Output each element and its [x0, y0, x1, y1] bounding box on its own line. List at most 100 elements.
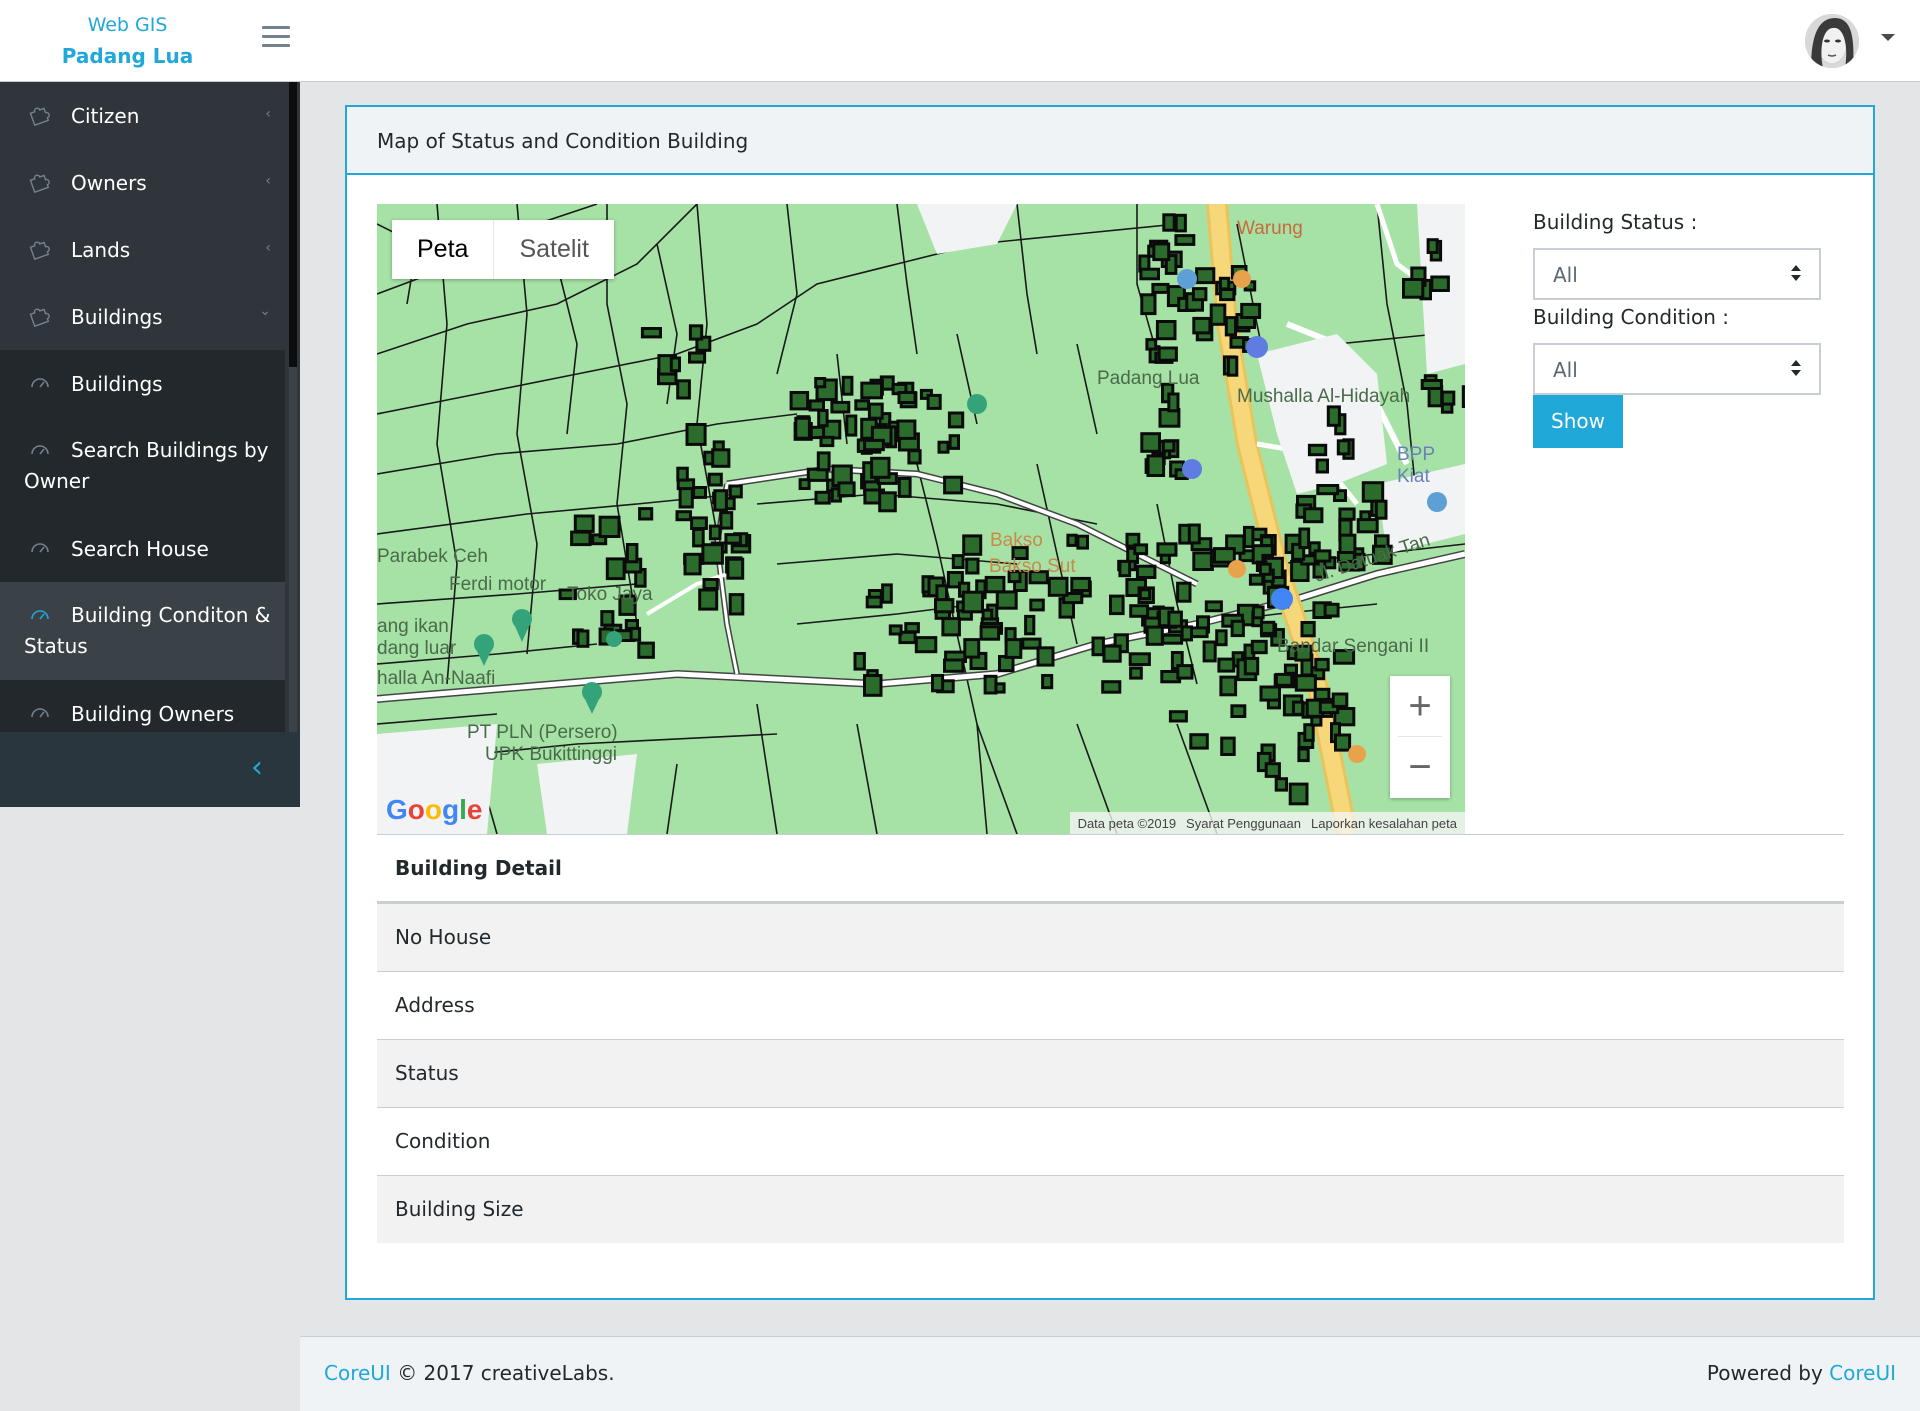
zoom-out-button[interactable]: − [1390, 737, 1450, 797]
building-footprint[interactable] [1259, 685, 1281, 702]
building-footprint[interactable] [1029, 598, 1045, 612]
building-footprint[interactable] [881, 583, 893, 604]
building-footprint[interactable] [1024, 614, 1036, 636]
building-footprint[interactable] [1274, 777, 1289, 792]
building-footprint[interactable] [1176, 581, 1192, 603]
building-footprint[interactable] [1129, 666, 1143, 680]
building-footprint[interactable] [1168, 710, 1188, 723]
building-footprint[interactable] [685, 423, 707, 446]
building-footprint[interactable] [702, 578, 719, 590]
building-footprint[interactable] [808, 399, 826, 412]
building-footprint[interactable] [837, 481, 856, 498]
building-footprint[interactable] [1167, 392, 1180, 413]
building-footprint[interactable] [1145, 625, 1164, 646]
building-footprint[interactable] [1161, 439, 1176, 453]
building-footprint[interactable] [1139, 267, 1161, 281]
building-footprint[interactable] [573, 514, 595, 533]
building-footprint[interactable] [948, 434, 960, 450]
building-footprint[interactable] [719, 511, 734, 530]
building-footprint[interactable] [1174, 234, 1196, 246]
building-footprint[interactable] [1219, 288, 1236, 302]
building-footprint[interactable] [914, 636, 938, 654]
building-footprint[interactable] [951, 554, 965, 570]
terms-link[interactable]: Syarat Penggunaan [1186, 816, 1301, 831]
map-type-peta-button[interactable]: Peta [392, 220, 493, 279]
building-footprint[interactable] [1146, 454, 1166, 477]
building-footprint[interactable] [678, 485, 694, 509]
building-footprint[interactable] [853, 652, 866, 671]
building-footprint[interactable] [640, 327, 662, 339]
building-footprint[interactable] [934, 598, 955, 614]
building-footprint[interactable] [1274, 672, 1294, 687]
building-footprint[interactable] [979, 625, 1001, 641]
building-footprint[interactable] [1300, 621, 1316, 638]
building-footprint[interactable] [1204, 600, 1223, 613]
building-footprint[interactable] [676, 379, 691, 400]
building-footprint[interactable] [1291, 700, 1305, 716]
building-footprint[interactable] [1133, 543, 1149, 556]
sidebar-item-owners[interactable]: Owners ‹ [0, 149, 285, 216]
building-footprint[interactable] [1250, 639, 1268, 655]
coreui-link[interactable]: CoreUI [1829, 1361, 1896, 1385]
building-footprint[interactable] [897, 391, 917, 404]
building-footprint[interactable] [1251, 605, 1265, 620]
building-footprint[interactable] [637, 641, 655, 659]
building-footprint[interactable] [1202, 640, 1217, 663]
building-footprint[interactable] [1326, 405, 1341, 427]
building-footprint[interactable] [1174, 213, 1187, 233]
building-footprint[interactable] [983, 674, 998, 695]
building-footprint[interactable] [1230, 619, 1245, 638]
google-logo[interactable]: Google [386, 794, 482, 826]
building-footprint[interactable] [1298, 527, 1311, 550]
building-footprint[interactable] [675, 510, 692, 522]
building-footprint[interactable] [713, 489, 728, 512]
building-footprint[interactable] [708, 524, 722, 541]
building-footprint[interactable] [1420, 379, 1443, 390]
report-error-link[interactable]: Laporkan kesalahan peta [1311, 816, 1457, 831]
building-footprint[interactable] [711, 448, 731, 468]
building-footprint[interactable] [1180, 625, 1193, 642]
building-footprint[interactable] [1209, 303, 1227, 326]
building-footprint[interactable] [937, 440, 950, 454]
building-footprint[interactable] [1195, 267, 1216, 285]
building-footprint[interactable] [1047, 576, 1069, 597]
sidebar-item-buildings-group[interactable]: Buildings ⌄ [0, 283, 285, 350]
building-footprint[interactable] [1297, 747, 1310, 763]
building-footprint[interactable] [605, 557, 626, 581]
building-footprint[interactable] [1294, 674, 1317, 692]
building-footprint[interactable] [1162, 213, 1176, 232]
building-footprint[interactable] [1316, 484, 1340, 496]
building-footprint[interactable] [688, 351, 707, 364]
building-footprint[interactable] [1152, 242, 1171, 262]
sidebar-item-search-buildings-by-owner[interactable]: Search Buildings by Owner [0, 417, 285, 515]
building-footprint[interactable] [1151, 282, 1170, 294]
building-footprint[interactable] [1004, 638, 1023, 659]
building-footprint[interactable] [1066, 533, 1078, 547]
building-footprint[interactable] [865, 595, 883, 609]
coreui-link[interactable]: CoreUI [324, 1361, 391, 1385]
sidebar-item-lands[interactable]: Lands ‹ [0, 216, 285, 283]
building-footprint[interactable] [570, 530, 592, 547]
building-footprint[interactable] [994, 682, 1006, 694]
building-footprint[interactable] [1070, 576, 1091, 592]
building-footprint[interactable] [1157, 346, 1178, 362]
building-footprint[interactable] [863, 674, 883, 697]
building-footprint[interactable] [1226, 355, 1239, 377]
building-footprint[interactable] [845, 414, 858, 437]
building-footprint[interactable] [1310, 715, 1323, 727]
building-footprint[interactable] [1213, 547, 1236, 564]
hamburger-icon[interactable] [262, 26, 292, 52]
building-footprint[interactable] [1215, 629, 1228, 647]
building-footprint[interactable] [692, 486, 708, 499]
building-footprint[interactable] [1264, 762, 1281, 778]
building-footprint[interactable] [707, 472, 723, 487]
building-footprint[interactable] [1224, 316, 1237, 337]
building-footprint[interactable] [1336, 439, 1351, 456]
building-footprint[interactable] [1167, 610, 1183, 628]
building-footprint[interactable] [907, 449, 922, 465]
building-footprint[interactable] [926, 393, 942, 410]
building-footprint[interactable] [1156, 542, 1178, 557]
building-footprint[interactable] [798, 478, 811, 491]
building-footprint[interactable] [870, 456, 891, 479]
building-footprint[interactable] [1248, 573, 1265, 586]
